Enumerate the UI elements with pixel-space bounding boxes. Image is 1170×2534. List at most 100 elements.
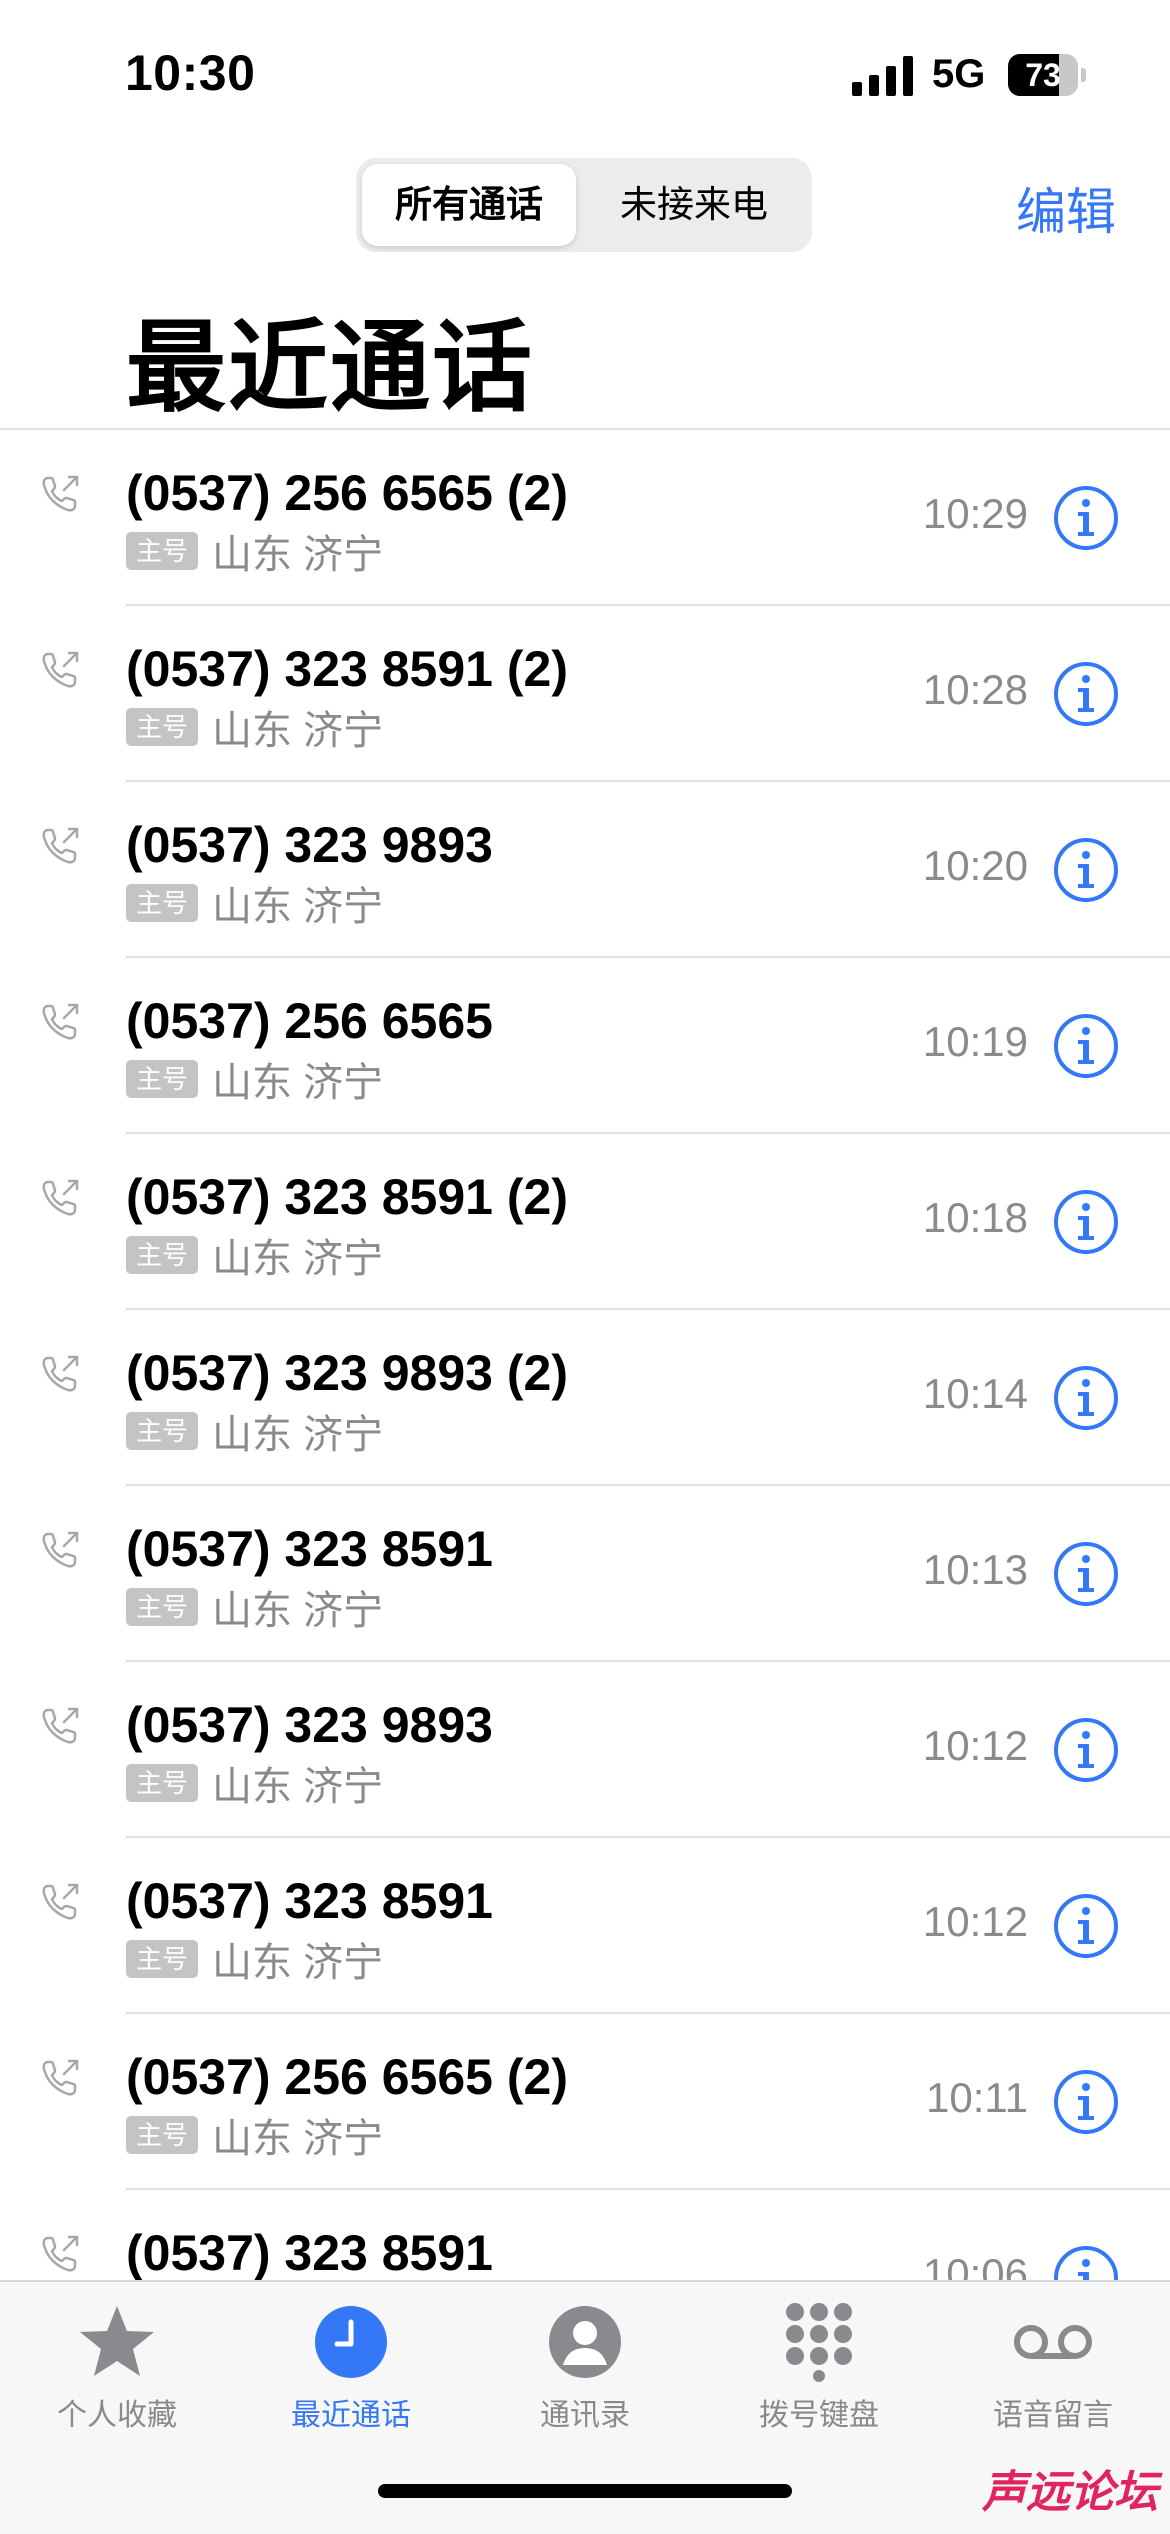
- tab-label-recents: 最近通话: [291, 2399, 411, 2432]
- call-line-badge: 主号: [126, 1236, 199, 1274]
- call-time: 10:28: [922, 666, 1028, 713]
- call-line-badge: 主号: [126, 884, 199, 922]
- call-time: 10:11: [926, 2074, 1028, 2121]
- outgoing-call-icon: [42, 1179, 79, 1216]
- outgoing-call-icon: [42, 1003, 79, 1040]
- home-indicator[interactable]: [378, 2484, 792, 2498]
- call-number: (0537) 323 9893: [126, 817, 493, 873]
- tab-label-contacts: 通讯录: [540, 2399, 630, 2432]
- tab-contacts[interactable]: 通讯录: [468, 2296, 702, 2446]
- call-row[interactable]: (0537) 323 8591 主号 山东 济宁 10:12: [0, 1838, 1170, 2014]
- call-row[interactable]: (0537) 323 8591 10:06: [0, 2190, 1170, 2282]
- info-icon[interactable]: [1052, 836, 1120, 904]
- call-time: 10:13: [922, 1546, 1028, 1593]
- call-location: 山东 济宁: [212, 1061, 384, 1105]
- call-line-badge: 主号: [126, 1764, 199, 1802]
- outgoing-call-icon: [42, 827, 79, 864]
- call-row[interactable]: (0537) 256 6565 (2) 主号 山东 济宁 10:11: [0, 2014, 1170, 2190]
- call-subtitle: 主号 山东 济宁: [126, 1406, 383, 1457]
- call-location: 山东 济宁: [212, 1589, 384, 1633]
- page-title: 最近通话: [126, 312, 534, 424]
- call-location: 山东 济宁: [212, 1941, 384, 1985]
- tab-label-favorites: 个人收藏: [57, 2399, 177, 2432]
- voicemail-icon: [1014, 2325, 1092, 2359]
- call-number: (0537) 323 8591: [126, 1873, 493, 1929]
- battery-icon: 73: [1008, 54, 1086, 96]
- call-line-badge: 主号: [126, 1060, 199, 1098]
- call-time: 10:29: [922, 490, 1028, 537]
- call-location: 山东 济宁: [212, 885, 384, 929]
- recent-calls-list[interactable]: (0537) 256 6565 (2) 主号 山东 济宁 10:29 (0537…: [0, 428, 1170, 2282]
- call-location: 山东 济宁: [212, 2117, 384, 2161]
- call-row[interactable]: (0537) 323 8591 (2) 主号 山东 济宁 10:18: [0, 1134, 1170, 1310]
- call-number: (0537) 323 8591: [126, 1521, 493, 1577]
- call-row[interactable]: (0537) 323 9893 主号 山东 济宁 10:12: [0, 1662, 1170, 1838]
- call-time: 10:20: [922, 842, 1028, 889]
- info-icon[interactable]: [1052, 1188, 1120, 1256]
- segment-missed-calls[interactable]: 未接来电: [582, 164, 806, 246]
- call-row[interactable]: (0537) 323 9893 (2) 主号 山东 济宁 10:14: [0, 1310, 1170, 1486]
- edit-button[interactable]: 编辑: [1016, 172, 1116, 244]
- clock-icon: [315, 2306, 387, 2378]
- call-number: (0537) 256 6565: [126, 993, 493, 1049]
- call-subtitle: 主号 山东 济宁: [126, 1758, 383, 1809]
- star-icon: [80, 2306, 154, 2376]
- call-row[interactable]: (0537) 323 9893 主号 山东 济宁 10:20: [0, 782, 1170, 958]
- call-time: 10:19: [922, 1018, 1028, 1065]
- status-bar: 10:30 5G 73: [0, 0, 1170, 150]
- tab-keypad[interactable]: 拨号键盘: [702, 2296, 936, 2446]
- call-number: (0537) 256 6565 (2): [126, 465, 568, 521]
- call-line-badge: 主号: [126, 2116, 199, 2154]
- outgoing-call-icon: [42, 2235, 79, 2272]
- call-time: 10:06: [922, 2250, 1028, 2282]
- call-location: 山东 济宁: [212, 533, 384, 577]
- info-icon[interactable]: [1052, 660, 1120, 728]
- outgoing-call-icon: [42, 1531, 79, 1568]
- call-line-badge: 主号: [126, 1588, 199, 1626]
- call-number: (0537) 323 8591: [126, 2225, 493, 2281]
- tab-favorites[interactable]: 个人收藏: [0, 2296, 234, 2446]
- segment-all-calls[interactable]: 所有通话: [362, 164, 576, 246]
- call-row[interactable]: (0537) 323 8591 主号 山东 济宁 10:13: [0, 1486, 1170, 1662]
- call-subtitle: 主号 山东 济宁: [126, 1934, 383, 1985]
- tab-label-voicemail: 语音留言: [993, 2399, 1113, 2432]
- call-filter-segmented-control: 所有通话 未接来电: [356, 158, 812, 252]
- call-time: 10:12: [922, 1898, 1028, 1945]
- network-type: 5G: [932, 52, 986, 96]
- contact-icon: [549, 2306, 621, 2378]
- call-subtitle: 主号 山东 济宁: [126, 1054, 383, 1105]
- cellular-signal-icon: [852, 56, 913, 96]
- info-icon[interactable]: [1052, 1540, 1120, 1608]
- call-location: 山东 济宁: [212, 1413, 384, 1457]
- keypad-icon: [786, 2303, 852, 2382]
- call-subtitle: 主号 山东 济宁: [126, 702, 383, 753]
- tab-voicemail[interactable]: 语音留言: [936, 2296, 1170, 2446]
- call-line-badge: 主号: [126, 532, 199, 570]
- call-number: (0537) 323 8591 (2): [126, 1169, 568, 1225]
- info-icon[interactable]: [1052, 1012, 1120, 1080]
- call-line-badge: 主号: [126, 708, 199, 746]
- battery-cap: [1081, 68, 1086, 82]
- call-subtitle: 主号 山东 济宁: [126, 1582, 383, 1633]
- info-icon[interactable]: [1052, 484, 1120, 552]
- call-row[interactable]: (0537) 256 6565 主号 山东 济宁 10:19: [0, 958, 1170, 1134]
- call-subtitle: 主号 山东 济宁: [126, 1230, 383, 1281]
- call-row[interactable]: (0537) 256 6565 (2) 主号 山东 济宁 10:29: [0, 430, 1170, 606]
- outgoing-call-icon: [42, 2059, 79, 2096]
- call-row[interactable]: (0537) 323 8591 (2) 主号 山东 济宁 10:28: [0, 606, 1170, 782]
- status-time: 10:30: [125, 45, 256, 101]
- info-icon[interactable]: [1052, 2244, 1120, 2282]
- info-icon[interactable]: [1052, 1892, 1120, 1960]
- tab-recents[interactable]: 最近通话: [234, 2296, 468, 2446]
- info-icon[interactable]: [1052, 2068, 1120, 2136]
- call-number: (0537) 256 6565 (2): [126, 2049, 568, 2105]
- call-location: 山东 济宁: [212, 1765, 384, 1809]
- outgoing-call-icon: [42, 1707, 79, 1744]
- call-line-badge: 主号: [126, 1940, 199, 1978]
- watermark-logo: 声远论坛: [982, 2467, 1158, 2518]
- call-number: (0537) 323 9893: [126, 1697, 493, 1753]
- info-icon[interactable]: [1052, 1364, 1120, 1432]
- call-location: 山东 济宁: [212, 709, 384, 753]
- call-line-badge: 主号: [126, 1412, 199, 1450]
- info-icon[interactable]: [1052, 1716, 1120, 1784]
